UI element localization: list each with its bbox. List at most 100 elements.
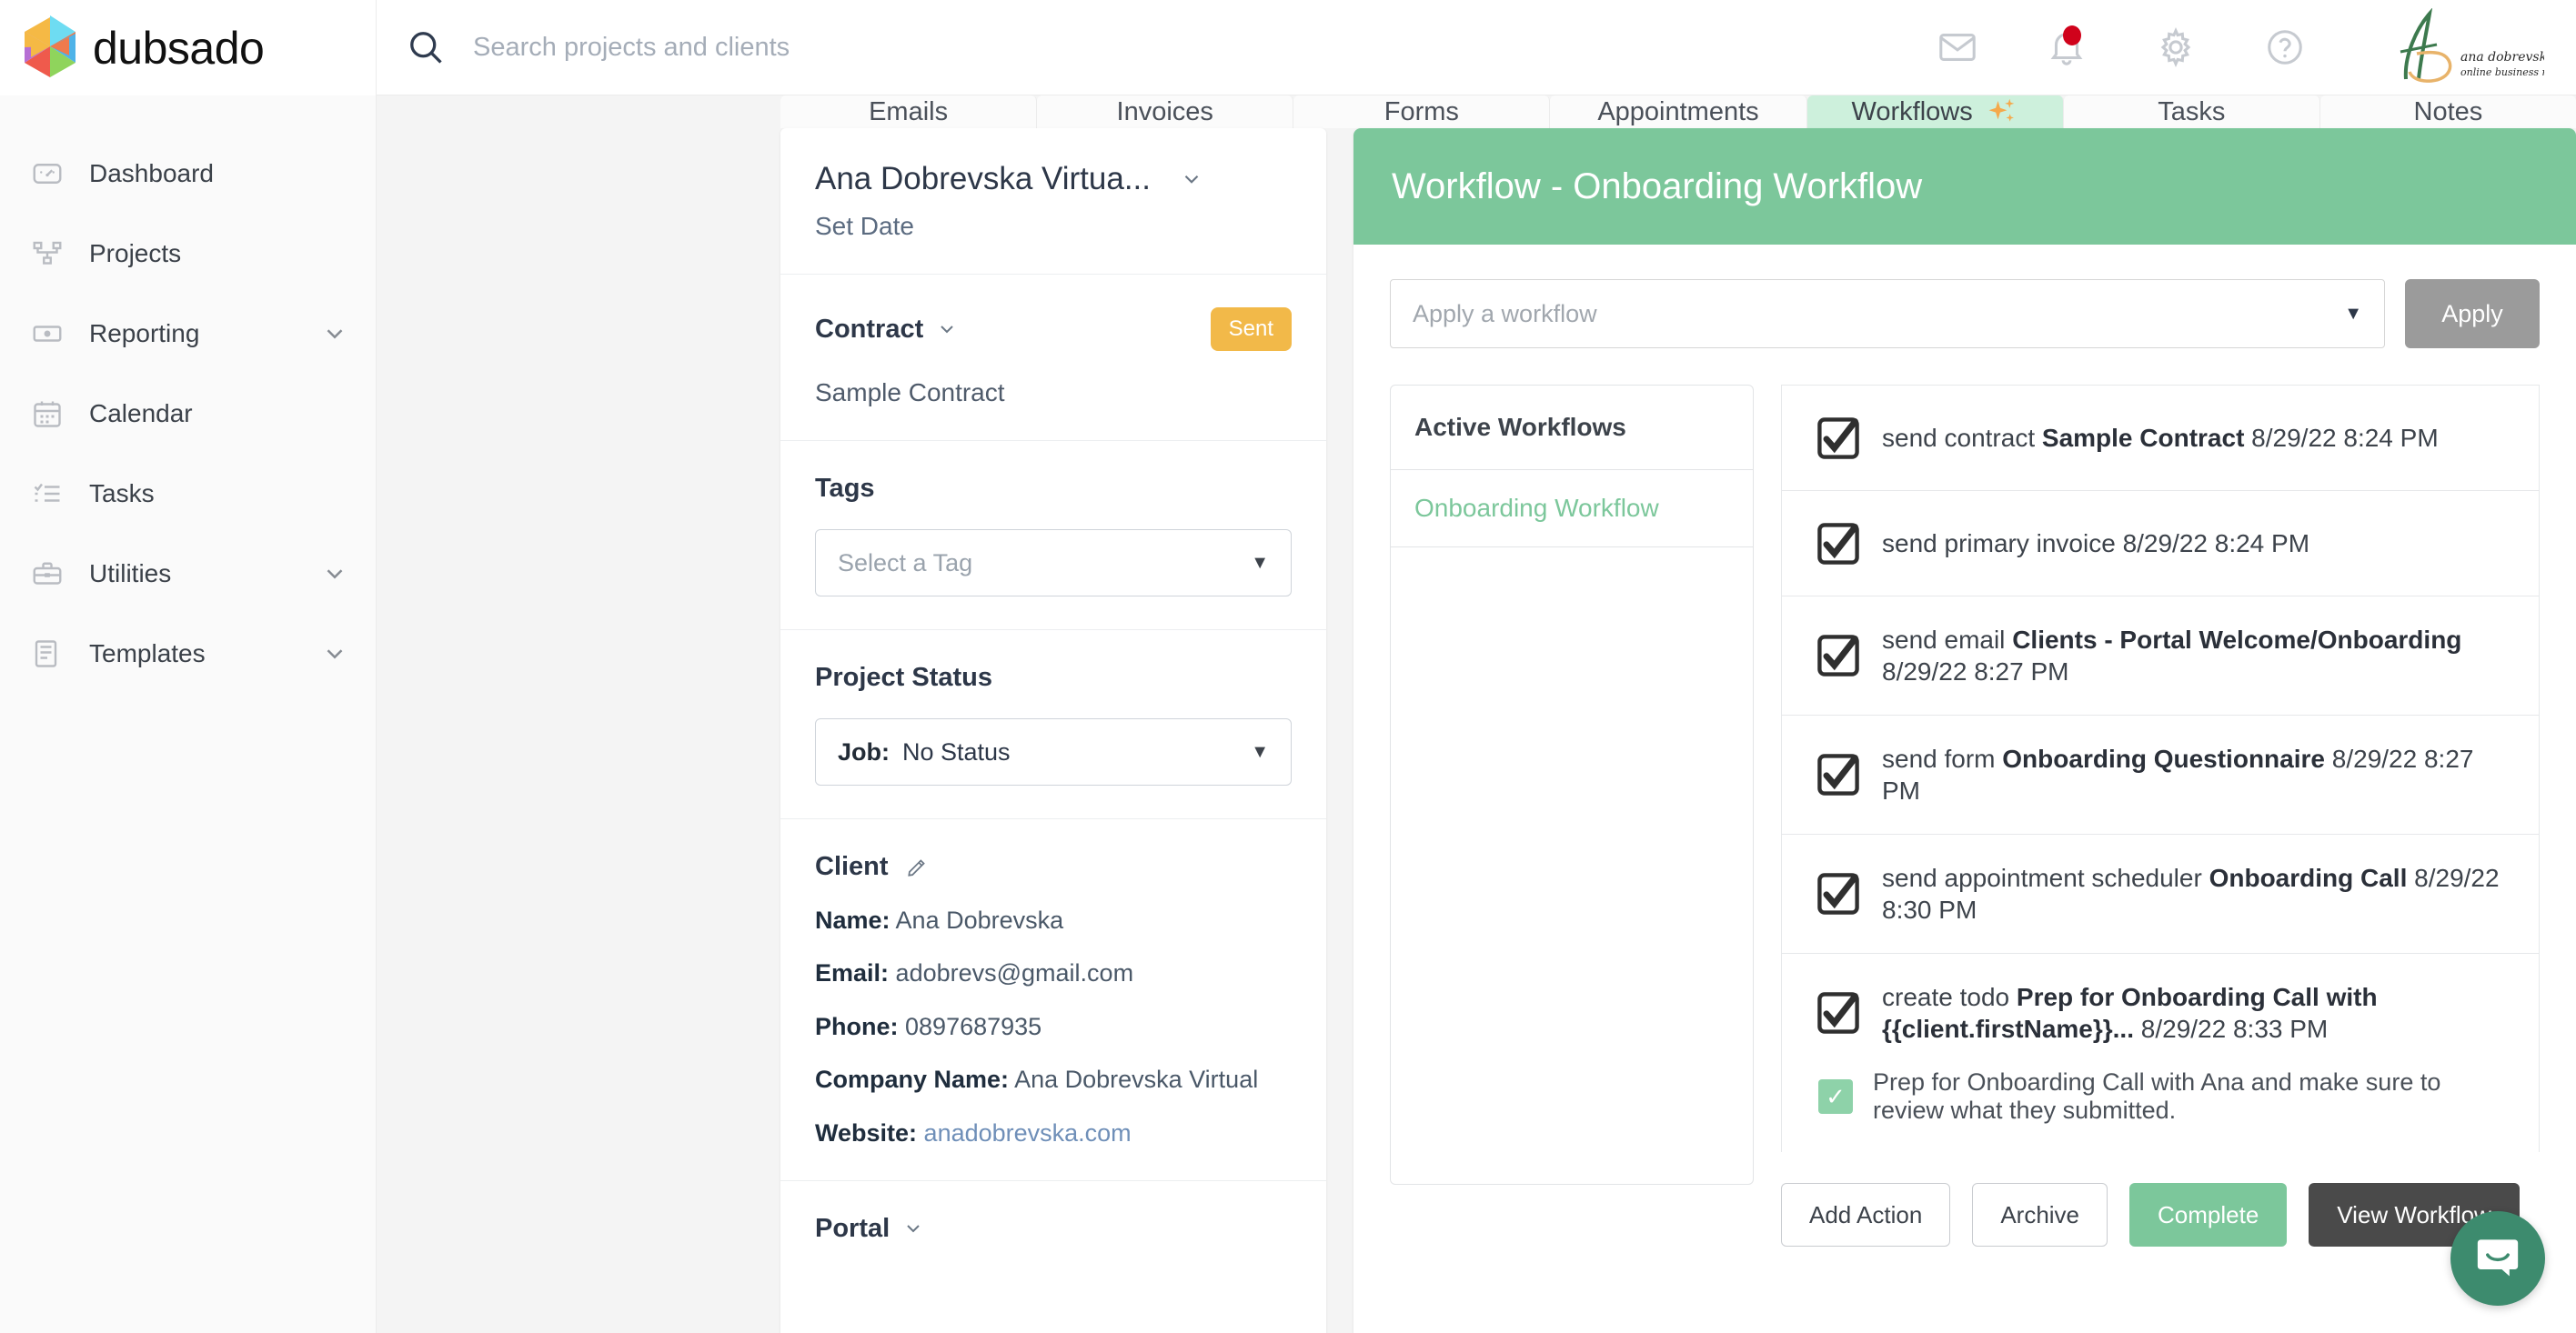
action-line: send contract Sample Contract 8/29/22 8:… [1815, 415, 2506, 462]
tab-notes[interactable]: Notes [2319, 95, 2576, 128]
sparkle-icon [1986, 95, 2018, 128]
action-timestamp: 8/29/22 8:24 PM [2122, 529, 2310, 557]
workflow-action-row: send email Clients - Portal Welcome/Onbo… [1781, 596, 2540, 715]
workflow-action-row: send appointment scheduler Onboarding Ca… [1781, 834, 2540, 953]
client-header: Client [815, 852, 1292, 882]
search-container [377, 27, 1903, 67]
sidebar: dubsado Dashboard Projects Reporting Cal… [0, 0, 377, 1333]
toolbox-icon [27, 557, 67, 590]
project-title-row[interactable]: Ana Dobrevska Virtua... [815, 161, 1292, 197]
gear-icon[interactable] [2121, 0, 2230, 95]
action-prefix: send primary invoice [1882, 529, 2116, 557]
tab-tasks[interactable]: Tasks [2063, 95, 2320, 128]
field-label: Phone: [815, 1012, 899, 1040]
sidebar-item-reporting[interactable]: Reporting [0, 294, 376, 374]
section-title: Project Status [815, 663, 992, 692]
complete-button[interactable]: Complete [2129, 1183, 2288, 1247]
avatar[interactable]: ana dobrevska online business manager [2340, 0, 2558, 95]
sidebar-item-projects[interactable]: Projects [0, 214, 376, 294]
chat-launcher-button[interactable] [2450, 1211, 2545, 1306]
action-checkbox-checked-icon[interactable] [1815, 415, 1862, 462]
search-icon[interactable] [406, 27, 446, 67]
sidebar-item-tasks[interactable]: Tasks [0, 454, 376, 534]
sidebar-item-templates[interactable]: Templates [0, 614, 376, 694]
action-checkbox-checked-icon[interactable] [1815, 870, 1862, 917]
caret-down-icon: ▼ [1251, 741, 1269, 762]
sidebar-item-calendar[interactable]: Calendar [0, 374, 376, 454]
archive-button[interactable]: Archive [1972, 1183, 2108, 1247]
tab-forms[interactable]: Forms [1293, 95, 1551, 128]
action-line: create todo Prep for Onboarding Call wit… [1815, 981, 2506, 1045]
action-prefix: send email [1882, 626, 2006, 654]
action-checkbox-checked-icon[interactable] [1815, 520, 1862, 567]
status-badge[interactable]: Sent [1210, 307, 1292, 351]
chevron-down-icon[interactable] [1180, 167, 1203, 191]
active-workflows-panel: Active Workflows Onboarding Workflow [1390, 385, 1754, 1185]
section-title: Tags [815, 474, 875, 503]
tab-workflows[interactable]: Workflows [1806, 95, 2064, 128]
sidebar-item-utilities[interactable]: Utilities [0, 534, 376, 614]
chevron-down-icon[interactable] [321, 560, 348, 587]
tag-select-placeholder: Select a Tag [838, 548, 973, 576]
apply-button[interactable]: Apply [2405, 279, 2540, 348]
portal-section: Portal [780, 1181, 1326, 1277]
tag-select[interactable]: Select a Tag ▼ [815, 529, 1292, 596]
sidebar-item-label: Calendar [89, 399, 193, 427]
action-checkbox-checked-icon[interactable] [1815, 989, 1862, 1037]
chevron-down-icon[interactable] [321, 640, 348, 667]
workflow-action-row: send contract Sample Contract 8/29/22 8:… [1781, 385, 2540, 490]
contract-document-link[interactable]: Sample Contract [815, 378, 1292, 407]
todo-text: Prep for Onboarding Call with Ana and ma… [1873, 1068, 2441, 1124]
brand-header[interactable]: dubsado [0, 0, 376, 95]
action-prefix: create todo [1882, 983, 2010, 1011]
chat-bubble-icon [2472, 1231, 2523, 1287]
set-date-link[interactable]: Set Date [815, 212, 1292, 241]
website-link[interactable]: anadobrevska.com [924, 1119, 1132, 1147]
action-checkbox-checked-icon[interactable] [1815, 751, 1862, 798]
money-bill-icon [27, 317, 67, 350]
project-status-value: No Status [902, 737, 1011, 766]
sidebar-nav: Dashboard Projects Reporting Calendar Ta… [0, 95, 376, 1333]
mail-icon[interactable] [1903, 0, 2012, 95]
portal-header: Portal [815, 1214, 1292, 1244]
workflow-header-title: Workflow - Onboarding Workflow [1353, 128, 2576, 245]
sidebar-item-dashboard[interactable]: Dashboard [0, 134, 376, 214]
project-status-select[interactable]: Job: No Status ▼ [815, 718, 1292, 786]
client-field-email: Email: adobrevs@gmail.com [815, 958, 1292, 987]
tab-invoices[interactable]: Invoices [1037, 95, 1294, 128]
add-action-button[interactable]: Add Action [1781, 1183, 1951, 1247]
workflow-card: Workflow - Onboarding Workflow Apply a w… [1353, 128, 2576, 1333]
apply-workflow-placeholder: Apply a workflow [1413, 299, 1597, 327]
tab-bar: Emails Invoices Forms Appointments Workf… [377, 95, 2576, 128]
field-value: adobrevs@gmail.com [895, 959, 1134, 987]
chevron-down-icon[interactable] [902, 1218, 924, 1239]
action-name: Onboarding Call [2209, 864, 2408, 892]
tab-label: Workflows [1851, 96, 1973, 126]
search-input[interactable] [473, 32, 1110, 63]
action-line: send email Clients - Portal Welcome/Onbo… [1815, 624, 2506, 687]
svg-text:online business manager: online business manager [2460, 66, 2544, 78]
pencil-edit-icon[interactable] [905, 856, 929, 879]
todo-checkbox-checked-icon[interactable]: ✓ [1818, 1079, 1853, 1114]
tab-appointments[interactable]: Appointments [1550, 95, 1807, 128]
project-nodes-icon [27, 237, 67, 270]
section-title: Contract [815, 314, 924, 344]
sidebar-item-label: Tasks [89, 479, 155, 507]
workflow-action-row: send primary invoice 8/29/22 8:24 PM [1781, 490, 2540, 596]
client-section: Client Name: Ana Dobrevska Email: adobre… [780, 819, 1326, 1181]
action-checkbox-checked-icon[interactable] [1815, 632, 1862, 679]
apply-workflow-select[interactable]: Apply a workflow ▼ [1390, 279, 2385, 348]
bell-icon[interactable] [2012, 0, 2121, 95]
tab-label: Forms [1384, 96, 1459, 126]
workflow-action-row: send form Onboarding Questionnaire 8/29/… [1781, 715, 2540, 834]
active-workflow-item[interactable]: Onboarding Workflow [1391, 470, 1753, 547]
help-circle-icon[interactable] [2230, 0, 2340, 95]
project-header-section: Ana Dobrevska Virtua... Set Date [780, 128, 1326, 275]
chevron-down-icon[interactable] [321, 320, 348, 347]
project-detail-card: Ana Dobrevska Virtua... Set Date Contrac… [780, 128, 1326, 1333]
client-field-name: Name: Ana Dobrevska [815, 906, 1292, 935]
chevron-down-icon[interactable] [936, 318, 958, 340]
tab-emails[interactable]: Emails [780, 95, 1038, 128]
tab-label: Emails [869, 96, 949, 126]
sidebar-item-label: Projects [89, 239, 182, 267]
